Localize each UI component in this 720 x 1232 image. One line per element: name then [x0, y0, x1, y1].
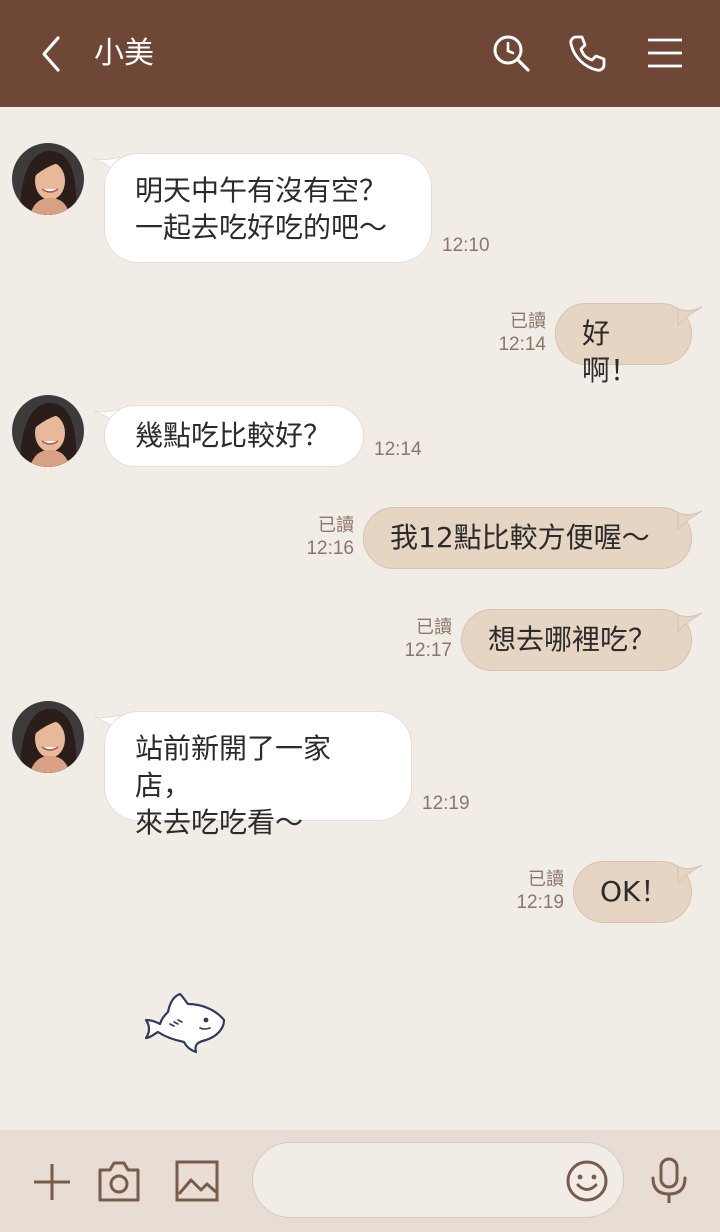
- microphone-icon[interactable]: [648, 1156, 690, 1206]
- contact-avatar[interactable]: [12, 395, 84, 467]
- read-receipt: 已讀 12:19: [506, 867, 564, 915]
- chevron-left-icon[interactable]: [32, 34, 72, 74]
- outgoing-message-bubble[interactable]: 好啊！: [555, 303, 692, 387]
- fish-sticker-icon[interactable]: [140, 990, 230, 1056]
- incoming-message-bubble[interactable]: 明天中午有沒有空？ 一起去吃好吃的吧～: [104, 153, 432, 263]
- menu-icon[interactable]: [644, 32, 686, 74]
- incoming-message-bubble[interactable]: 站前新開了一家店， 來去吃吃看～: [104, 711, 412, 839]
- contact-avatar[interactable]: [12, 701, 84, 773]
- read-status: 已讀: [318, 515, 354, 535]
- read-receipt: 已讀 12:17: [394, 615, 452, 663]
- bubble-tail: [677, 864, 703, 885]
- phone-icon[interactable]: [566, 32, 608, 74]
- message-timestamp: 12:10: [442, 235, 490, 256]
- outgoing-message-bubble[interactable]: 我12點比較方便喔～: [363, 507, 692, 569]
- bubble-tail: [677, 612, 703, 633]
- read-receipt: 已讀 12:16: [296, 513, 354, 561]
- incoming-message-bubble[interactable]: 幾點吃比較好？: [104, 405, 364, 467]
- read-receipt: 已讀 12:14: [490, 309, 546, 357]
- read-status: 已讀: [416, 617, 452, 637]
- message-input-bar: [0, 1130, 720, 1232]
- message-timestamp: 12:14: [374, 439, 422, 460]
- outgoing-message-bubble[interactable]: 想去哪裡吃？: [461, 609, 692, 671]
- message-timestamp: 12:16: [306, 538, 354, 559]
- bubble-tail: [677, 306, 703, 327]
- search-icon[interactable]: [490, 32, 532, 74]
- message-timestamp: 12:19: [422, 793, 470, 814]
- outgoing-message-bubble[interactable]: OK！: [573, 861, 692, 923]
- bubble-tail: [677, 510, 703, 531]
- message-timestamp: 12:19: [516, 892, 564, 913]
- emoji-icon[interactable]: [564, 1158, 610, 1204]
- chat-message-list[interactable]: 明天中午有沒有空？ 一起去吃好吃的吧～ 12:10 已讀 12:14 好啊！ 幾…: [0, 107, 720, 1130]
- camera-icon[interactable]: [96, 1158, 142, 1204]
- plus-icon[interactable]: [30, 1160, 74, 1204]
- chat-title: 小美: [94, 36, 154, 71]
- read-status: 已讀: [528, 869, 564, 889]
- message-timestamp: 12:14: [498, 334, 546, 355]
- read-status: 已讀: [510, 311, 546, 331]
- image-icon[interactable]: [174, 1158, 220, 1204]
- message-timestamp: 12:17: [404, 640, 452, 661]
- chat-header: 小美: [0, 0, 720, 107]
- contact-avatar[interactable]: [12, 143, 84, 215]
